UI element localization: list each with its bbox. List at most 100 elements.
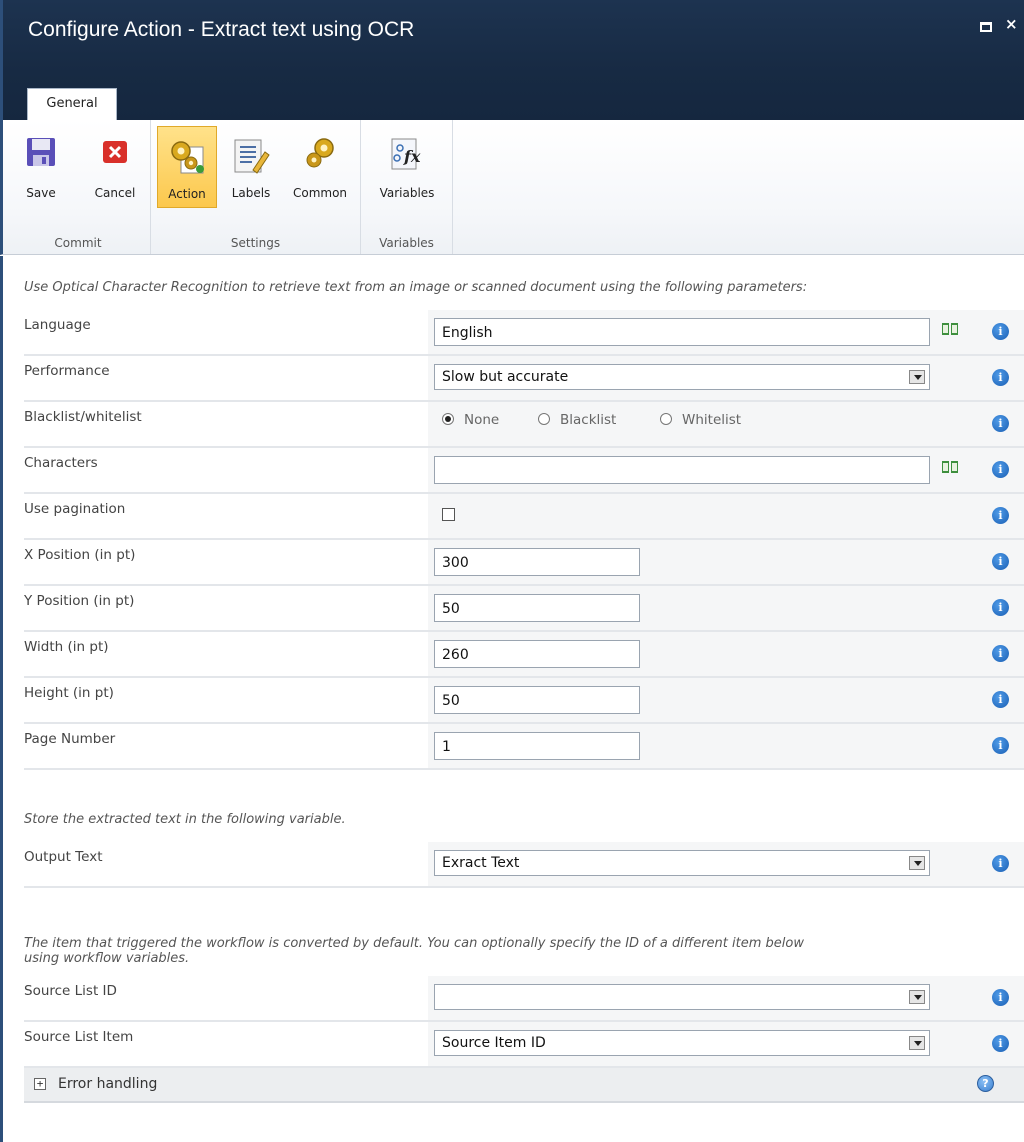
width-input[interactable]: 260 [434, 640, 640, 668]
info-icon[interactable]: i [992, 415, 1009, 432]
y-position-value-cell: 50 i [428, 586, 1024, 630]
x-position-value-cell: 300 i [428, 540, 1024, 584]
dropdown-arrow-icon [909, 856, 925, 870]
radio-none[interactable]: None [442, 412, 499, 428]
source-list-item-value: Source Item ID [442, 1035, 546, 1051]
ribbon-group-settings: Action Labels Common Settings [151, 120, 361, 254]
dropdown-arrow-icon [909, 1036, 925, 1050]
info-icon[interactable]: i [992, 323, 1009, 340]
error-handling-section[interactable]: + Error handling ? [24, 1068, 1024, 1103]
pagination-label: Use pagination [24, 501, 126, 517]
row-height: Height (in pt) 50 i [24, 678, 1024, 724]
store-intro-text: Store the extracted text in the followin… [24, 812, 346, 827]
info-icon[interactable]: i [992, 737, 1009, 754]
y-position-input[interactable]: 50 [434, 594, 640, 622]
radio-blacklist-label: Blacklist [560, 412, 617, 428]
ribbon-group-variables: fx Variables Variables [361, 120, 453, 254]
info-icon[interactable]: i [992, 507, 1009, 524]
output-text-select[interactable]: Exract Text [434, 850, 930, 876]
page-number-input[interactable]: 1 [434, 732, 640, 760]
language-input[interactable]: English [434, 318, 930, 346]
source-list-id-select[interactable] [434, 984, 930, 1010]
characters-value-cell: i [428, 448, 1024, 492]
characters-input[interactable] [434, 456, 930, 484]
radio-blacklist[interactable]: Blacklist [538, 412, 616, 428]
row-output-text: Output Text Exract Text i [24, 842, 1024, 888]
action-button[interactable]: Action [157, 126, 217, 208]
height-input[interactable]: 50 [434, 686, 640, 714]
blacklist-label: Blacklist/whitelist [24, 409, 142, 425]
performance-select[interactable]: Slow but accurate [434, 364, 930, 390]
performance-value-cell: Slow but accurate i [428, 356, 1024, 400]
item-intro-text-2: using workflow variables. [24, 951, 190, 966]
dropdown-arrow-icon [909, 370, 925, 384]
ribbon-group-label-settings: Settings [230, 236, 281, 250]
variables-fx-icon: fx [391, 138, 421, 170]
page-number-label: Page Number [24, 731, 116, 747]
performance-value: Slow but accurate [442, 369, 569, 385]
characters-label: Characters [24, 455, 98, 471]
info-icon[interactable]: i [992, 553, 1009, 570]
language-value-cell: English i [428, 310, 1024, 354]
width-label: Width (in pt) [24, 639, 109, 655]
radio-dot-selected[interactable] [442, 413, 454, 425]
info-icon[interactable]: i [992, 989, 1009, 1006]
row-characters: Characters i [24, 448, 1024, 494]
source-list-id-value-cell: i [428, 976, 1024, 1020]
radio-dot[interactable] [660, 413, 672, 425]
labels-button[interactable]: Labels [223, 126, 279, 208]
output-text-value-cell: Exract Text i [428, 842, 1024, 886]
output-text-label: Output Text [24, 849, 103, 865]
performance-label: Performance [24, 363, 110, 379]
source-list-item-select[interactable]: Source Item ID [434, 1030, 930, 1056]
svg-text:fx: fx [403, 147, 421, 166]
labels-label: Labels [231, 186, 271, 200]
close-icon[interactable]: × [1005, 15, 1018, 33]
dropdown-arrow-icon [909, 990, 925, 1004]
source-list-item-value-cell: Source Item ID i [428, 1022, 1024, 1066]
row-page-number: Page Number 1 i [24, 724, 1024, 770]
variables-button[interactable]: fx Variables [369, 126, 445, 208]
language-label: Language [24, 317, 91, 333]
save-icon [27, 138, 55, 166]
info-icon[interactable]: i [992, 645, 1009, 662]
x-position-label: X Position (in pt) [24, 547, 136, 563]
info-icon[interactable]: i [992, 855, 1009, 872]
action-label: Action [168, 187, 206, 201]
expand-icon[interactable]: + [34, 1078, 46, 1090]
row-source-list-id: Source List ID i [24, 976, 1024, 1022]
tab-general[interactable]: General [27, 88, 117, 120]
x-position-input[interactable]: 300 [434, 548, 640, 576]
row-language: Language English i [24, 310, 1024, 356]
error-handling-label: Error handling [58, 1076, 158, 1092]
pagination-checkbox[interactable] [442, 508, 455, 521]
info-icon[interactable]: i [992, 691, 1009, 708]
radio-whitelist[interactable]: Whitelist [660, 412, 741, 428]
lookup-book-icon[interactable] [941, 322, 959, 336]
maximize-icon[interactable] [980, 22, 992, 32]
info-icon[interactable]: i [992, 599, 1009, 616]
item-intro-text-1: The item that triggered the workflow is … [24, 936, 804, 951]
intro-text: Use Optical Character Recognition to ret… [24, 280, 808, 295]
page-number-value-cell: 1 i [428, 724, 1024, 768]
source-list-id-label: Source List ID [24, 983, 117, 999]
common-button[interactable]: Common [283, 126, 357, 208]
cancel-icon [103, 141, 127, 163]
radio-whitelist-label: Whitelist [682, 412, 742, 428]
width-value-cell: 260 i [428, 632, 1024, 676]
info-icon[interactable]: i [992, 1035, 1009, 1052]
output-text-value: Exract Text [442, 855, 520, 871]
lookup-book-icon[interactable] [941, 460, 959, 474]
row-source-list-item: Source List Item Source Item ID i [24, 1022, 1024, 1068]
row-performance: Performance Slow but accurate i [24, 356, 1024, 402]
info-icon[interactable]: i [992, 461, 1009, 478]
radio-dot[interactable] [538, 413, 550, 425]
ribbon-group-label-commit: Commit [54, 236, 102, 250]
help-icon[interactable]: ? [977, 1075, 994, 1092]
variables-label: Variables [379, 186, 435, 200]
save-button[interactable]: Save [16, 126, 66, 208]
source-list-item-label: Source List Item [24, 1029, 134, 1045]
info-icon[interactable]: i [992, 369, 1009, 386]
cancel-button[interactable]: Cancel [84, 126, 146, 208]
row-width: Width (in pt) 260 i [24, 632, 1024, 678]
